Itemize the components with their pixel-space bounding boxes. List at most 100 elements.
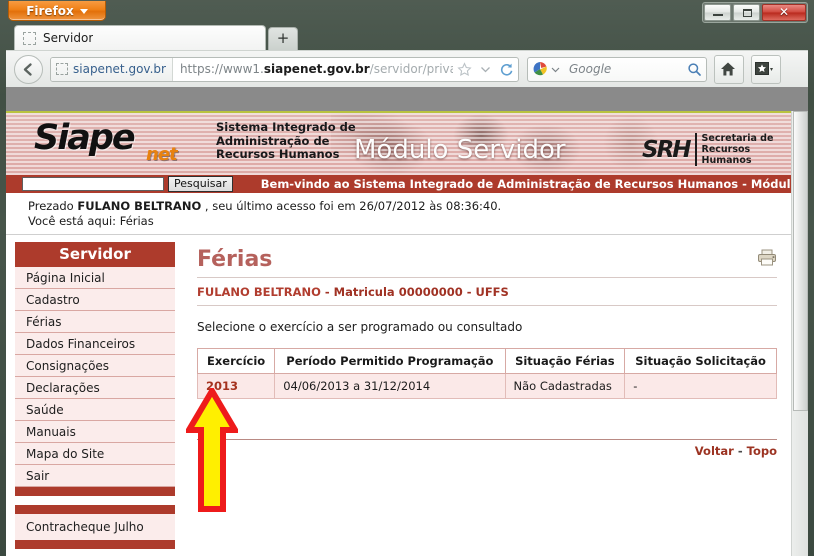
home-icon [721,62,735,75]
browser-window: Firefox ✕ Servidor + siapenet.gov.br htt… [0,0,814,556]
tab-servidor[interactable]: Servidor [14,25,266,50]
sidebar-divider-bottom [15,540,175,549]
scrollbar-thumb[interactable] [793,111,808,411]
firefox-app-button[interactable]: Firefox [8,1,106,21]
url-path: /servidor/private/pages/inform [369,62,453,76]
close-button[interactable]: ✕ [762,4,806,21]
page-scrollbar[interactable] [791,111,808,556]
url-bar[interactable]: siapenet.gov.br https://www1.siapenet.go… [50,56,519,82]
bookmarks-button[interactable] [751,54,781,84]
sidebar-item-declaracoes[interactable]: Declarações [15,377,175,399]
google-icon [532,61,548,77]
url-scheme: https://www1. [179,62,264,76]
minimize-button[interactable] [704,4,731,21]
footer-separator: - [737,444,743,458]
srh-logo: SRH Secretaria de Recursos Humanos [642,133,791,166]
column-header-periodo: Período Permitido Programação [274,348,506,374]
cell-exercicio-link[interactable]: 2013 [196,373,276,399]
maximize-button[interactable] [733,4,760,21]
sidebar-item-consignacoes[interactable]: Consignações [15,355,175,377]
greeting-user: FULANO BELTRANO [77,199,202,213]
greeting-suffix: , seu último acesso foi em 26/07/2012 às… [204,199,502,213]
sidebar-item-manuais[interactable]: Manuais [15,421,175,443]
srh-line1: Secretaria de [701,133,774,144]
bookmark-star-button[interactable] [453,61,476,77]
reload-icon [500,63,513,76]
site-identity-chip[interactable]: siapenet.gov.br [51,57,173,81]
user-subtitle-name: FULANO BELTRANO [197,285,321,299]
srh-mark: SRH [642,136,692,163]
back-arrow-icon [23,62,32,76]
cell-situacao-ferias: Não Cadastradas [504,373,626,399]
search-icon[interactable] [687,62,702,77]
site-icon [56,63,68,75]
chevron-down-icon [481,66,490,72]
sidebar-gap [15,496,175,505]
close-icon: ✕ [778,5,790,19]
tab-title: Servidor [43,31,94,45]
web-page: Siape net Sistema Integrado de Administr… [6,111,791,556]
banner-module-title: Módulo Servidor [354,135,566,165]
sidebar-divider-mid [15,505,175,514]
search-bar[interactable]: Google [527,56,707,82]
printer-icon[interactable] [757,249,777,266]
instruction-text: Selecione o exercício a ser programado o… [197,320,523,334]
url-dropdown-button[interactable] [476,64,495,75]
cell-periodo: 04/06/2013 a 31/12/2014 [274,373,506,399]
window-controls: ✕ [702,2,808,23]
home-button[interactable] [714,54,744,84]
banner-tagline-line3: Recursos Humanos [216,147,340,161]
tab-strip: Servidor + [6,23,808,50]
title-divider [197,277,777,278]
user-subtitle-meta: - Matricula 00000000 - UFFS [324,285,509,299]
greeting-prefix: Prezado [28,199,74,213]
pesquisar-button[interactable]: Pesquisar [168,176,233,192]
maximize-icon [743,9,752,17]
site-search-input[interactable] [22,177,164,191]
minimize-icon [713,14,723,16]
site-banner: Siape net Sistema Integrado de Administr… [6,111,791,175]
sidebar: Servidor Página Inicial Cadastro Férias … [15,242,175,549]
column-header-situacao-ferias: Situação Férias [504,348,626,374]
sidebar-item-ferias[interactable]: Férias [15,311,175,333]
search-input[interactable]: Google [569,62,687,76]
main-panel: Férias FULANO BELTRANO - Matricula 00000… [175,235,791,549]
navigation-toolbar: siapenet.gov.br https://www1.siapenet.go… [6,50,808,87]
user-subtitle: FULANO BELTRANO - Matricula 00000000 - U… [197,285,777,299]
voltar-link[interactable]: Voltar [695,444,734,458]
sidebar-item-sair[interactable]: Sair [15,465,175,487]
back-button[interactable] [14,54,43,84]
sidebar-item-dados-financeiros[interactable]: Dados Financeiros [15,333,175,355]
sidebar-item-pagina-inicial[interactable]: Página Inicial [15,267,175,289]
site-search-row: Pesquisar Bem-vindo ao Sistema Integrado… [6,175,791,193]
star-icon [457,61,472,76]
exercise-table: Exercício Período Permitido Programação … [196,348,777,399]
column-header-situacao-solicitacao: Situação Solicitação [624,348,777,374]
greeting-block: Prezado FULANO BELTRANO , seu último ace… [6,193,791,235]
srh-line2: Recursos Humanos [701,144,752,166]
siapenet-logo[interactable]: Siape [34,119,136,157]
reload-button[interactable] [495,62,518,77]
new-tab-button[interactable]: + [268,27,298,50]
footer-divider [197,439,777,440]
sidebar-item-mapa-do-site[interactable]: Mapa do Site [15,443,175,465]
page-title: Férias [197,247,273,272]
sidebar-item-saude[interactable]: Saúde [15,399,175,421]
greeting-line: Prezado FULANO BELTRANO , seu último ace… [28,199,791,214]
chevron-down-icon[interactable] [551,65,560,74]
subtitle-divider [197,305,777,306]
sidebar-item-cadastro[interactable]: Cadastro [15,289,175,311]
footer-links: Voltar - Topo [197,444,777,458]
topo-link[interactable]: Topo [747,444,777,458]
site-identity-label: siapenet.gov.br [73,62,166,76]
page-icon [23,31,36,45]
banner-tagline-line2: Administração de [216,133,330,148]
bookmarks-toolbar [6,87,808,111]
siapenet-logo-suffix: net [146,144,178,165]
cell-situacao-solicitacao: - [624,373,777,399]
sidebar-promo-contracheque[interactable]: Contracheque Julho [15,514,175,540]
url-text[interactable]: https://www1.siapenet.gov.br/servidor/pr… [173,62,453,76]
bookmarks-icon [755,61,773,75]
sidebar-divider-top [15,487,175,496]
table-header-row: Exercício Período Permitido Programação … [196,348,777,374]
